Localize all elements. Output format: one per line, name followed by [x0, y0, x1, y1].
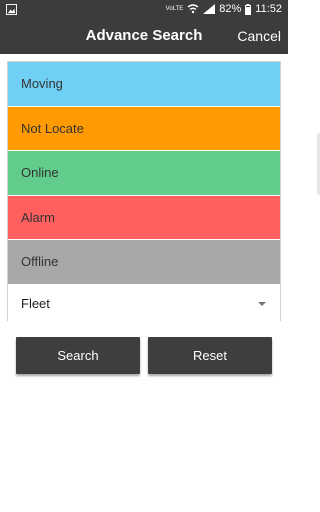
search-button[interactable]: Search — [16, 337, 140, 374]
clock: 11:52 — [255, 3, 282, 15]
filter-offline[interactable]: Offline — [8, 240, 280, 285]
fleet-select[interactable]: Fleet — [8, 287, 280, 321]
filter-online[interactable]: Online — [8, 151, 280, 196]
filter-not-locate[interactable]: Not Locate — [8, 106, 280, 151]
signal-icon — [203, 4, 216, 14]
fleet-select-value: Fleet — [21, 296, 50, 311]
app-bar: Advance Search Cancel — [0, 20, 288, 54]
status-bar: VoLTE 82% 11:52 — [0, 0, 288, 20]
dropdown-arrow-icon — [258, 302, 266, 306]
reset-button[interactable]: Reset — [148, 337, 272, 374]
filter-moving[interactable]: Moving — [8, 62, 280, 107]
battery-icon — [245, 3, 252, 15]
battery-percent: 82% — [219, 3, 242, 15]
filter-panel: Moving Not Locate Online Alarm Offline F… — [7, 61, 281, 321]
filter-alarm[interactable]: Alarm — [8, 195, 280, 240]
volte-indicator: VoLTE — [165, 6, 184, 12]
wifi-icon — [187, 4, 199, 14]
gallery-icon — [6, 4, 17, 15]
cancel-button[interactable]: Cancel — [237, 28, 281, 44]
